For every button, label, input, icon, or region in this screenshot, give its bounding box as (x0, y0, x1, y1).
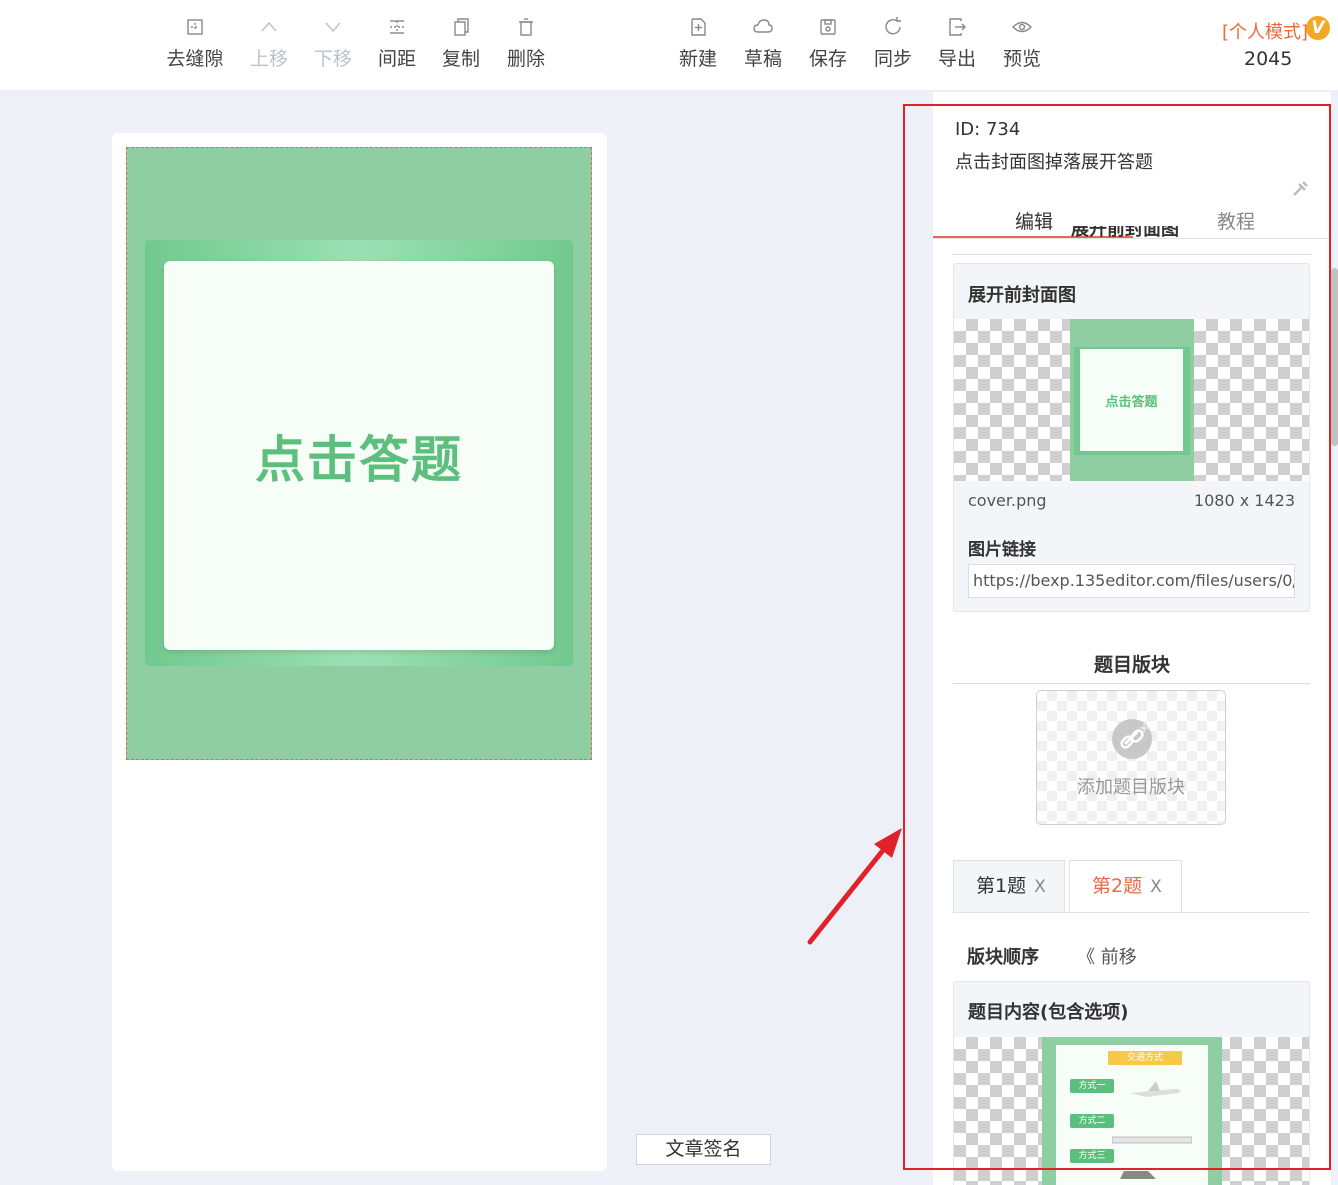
cover-box-title: 展开前封面图 (968, 285, 1076, 306)
cover-text: 点击答题 (255, 430, 463, 489)
question-tab-label: 第2题 (1092, 875, 1143, 897)
question-tab-label: 第1题 (976, 875, 1027, 897)
question-tab-2[interactable]: 第2题 X (1069, 860, 1182, 913)
template-name: 点击封面图掉落展开答题 (955, 152, 1153, 173)
thumb-card: 点击答题 (1080, 349, 1183, 451)
copy-icon (450, 16, 472, 38)
block-order-label: 版块顺序 (967, 947, 1039, 968)
panel-scrollbar[interactable] (1331, 268, 1338, 446)
delete-label: 删除 (506, 48, 545, 70)
top-toolbar: 去缝隙 上移 下移 间距 复制 删除 新建 草稿 保存 同步 导出 预览 [个人… (0, 0, 1338, 90)
option-tag: 方式一 (1070, 1079, 1114, 1093)
option-tag: 方式二 (1070, 1114, 1114, 1128)
svg-text:+: + (1139, 721, 1149, 735)
question-tab-1[interactable]: 第1题 X (953, 860, 1065, 913)
tab-tutorial[interactable]: 教程 (1217, 207, 1255, 234)
car-icon (1120, 1171, 1156, 1179)
grid-icon (184, 16, 206, 38)
question-content-title: 题目内容(包含选项) (968, 1002, 1129, 1023)
spacing-icon (386, 16, 408, 38)
thumb-cover: 点击答题 (1070, 319, 1194, 481)
spacing-button[interactable]: 间距 (365, 16, 429, 71)
image-link-input[interactable]: https://bexp.135editor.com/files/users/0… (968, 564, 1295, 598)
save-icon (817, 16, 839, 38)
file-name: cover.png (968, 491, 1047, 510)
move-up-button[interactable]: 上移 (237, 16, 301, 71)
question-thumbnail[interactable]: 交通方式 方式一 方式二 方式三 (954, 1037, 1309, 1185)
trash-icon (515, 16, 537, 38)
new-label: 新建 (678, 48, 717, 70)
eye-icon (1011, 16, 1033, 38)
tab-edit[interactable]: 编辑 (1015, 207, 1053, 234)
close-icon[interactable]: X (1150, 877, 1162, 897)
preview-label: 预览 (1002, 48, 1041, 70)
export-label: 导出 (937, 48, 976, 70)
remove-gap-label: 去缝隙 (166, 48, 224, 70)
train-icon (1112, 1136, 1192, 1144)
editor-canvas: 点击答题 (112, 133, 607, 1171)
cover-block[interactable]: 点击答题 (126, 147, 592, 760)
export-button[interactable]: 导出 (925, 16, 989, 71)
add-link-icon: + (1112, 719, 1152, 759)
question-card: 交通方式 方式一 方式二 方式三 (1056, 1045, 1208, 1185)
user-count: 2045 (1244, 48, 1293, 70)
chevron-down-icon (322, 16, 344, 38)
new-file-icon (687, 16, 709, 38)
template-id: ID: 734 (955, 119, 1021, 140)
draft-button[interactable]: 草稿 (731, 16, 795, 71)
preview-button[interactable]: 预览 (990, 16, 1054, 71)
save-label: 保存 (808, 48, 847, 70)
thumb-text: 点击答题 (1105, 394, 1158, 410)
move-forward-button[interactable]: 《 前移 (1077, 943, 1137, 969)
image-link-label: 图片链接 (968, 540, 1036, 560)
annotation-arrow-icon (807, 828, 902, 945)
copy-label: 复制 (441, 48, 480, 70)
divider (953, 683, 1310, 684)
personal-mode-link[interactable]: [个人模式] (1222, 18, 1308, 44)
vip-badge-icon: V (1306, 16, 1330, 40)
question-thumb: 交通方式 方式一 方式二 方式三 (1042, 1037, 1222, 1185)
move-down-label: 下移 (313, 48, 352, 70)
divider (953, 254, 1311, 255)
file-dimensions: 1080 x 1423 (1193, 491, 1295, 510)
tools-icon[interactable] (1291, 180, 1309, 198)
spacing-label: 间距 (377, 48, 416, 70)
draft-label: 草稿 (743, 48, 782, 70)
save-button[interactable]: 保存 (796, 16, 860, 71)
divider (953, 912, 1310, 913)
chevron-up-icon (258, 16, 280, 38)
sync-label: 同步 (873, 48, 912, 70)
remove-gap-button[interactable]: 去缝隙 (163, 16, 227, 71)
question-ribbon: 交通方式 (1108, 1051, 1182, 1065)
copy-button[interactable]: 复制 (429, 16, 493, 71)
cloud-icon (752, 16, 774, 38)
delete-button[interactable]: 删除 (494, 16, 558, 71)
option-tag: 方式三 (1070, 1149, 1114, 1163)
clipped-section-title: 展开前封面图 (1071, 226, 1179, 240)
add-question-label: 添加题目版块 (1077, 777, 1185, 798)
article-signature-button[interactable]: 文章签名 (636, 1134, 771, 1165)
move-down-button[interactable]: 下移 (301, 16, 365, 71)
question-content-box: 题目内容(包含选项) 交通方式 方式一 方式二 方式三 (953, 981, 1310, 1185)
cover-card: 点击答题 (164, 261, 554, 650)
close-icon[interactable]: X (1034, 877, 1046, 897)
question-section-title: 题目版块 (1093, 654, 1170, 676)
sync-button[interactable]: 同步 (861, 16, 925, 71)
airplane-icon (1130, 1081, 1181, 1097)
export-icon (946, 16, 968, 38)
cover-thumbnail[interactable]: 点击答题 (954, 319, 1309, 481)
add-question-block-button[interactable]: + 添加题目版块 (1036, 690, 1226, 825)
cover-image-box: 展开前封面图 点击答题 cover.png 1080 x 1423 图片链接 h… (953, 263, 1310, 612)
move-up-label: 上移 (249, 48, 288, 70)
new-button[interactable]: 新建 (666, 16, 730, 71)
properties-panel: ID: 734 点击封面图掉落展开答题 编辑 教程 展开前封面图 展开前封面图 … (933, 92, 1331, 1185)
sync-icon (882, 16, 904, 38)
